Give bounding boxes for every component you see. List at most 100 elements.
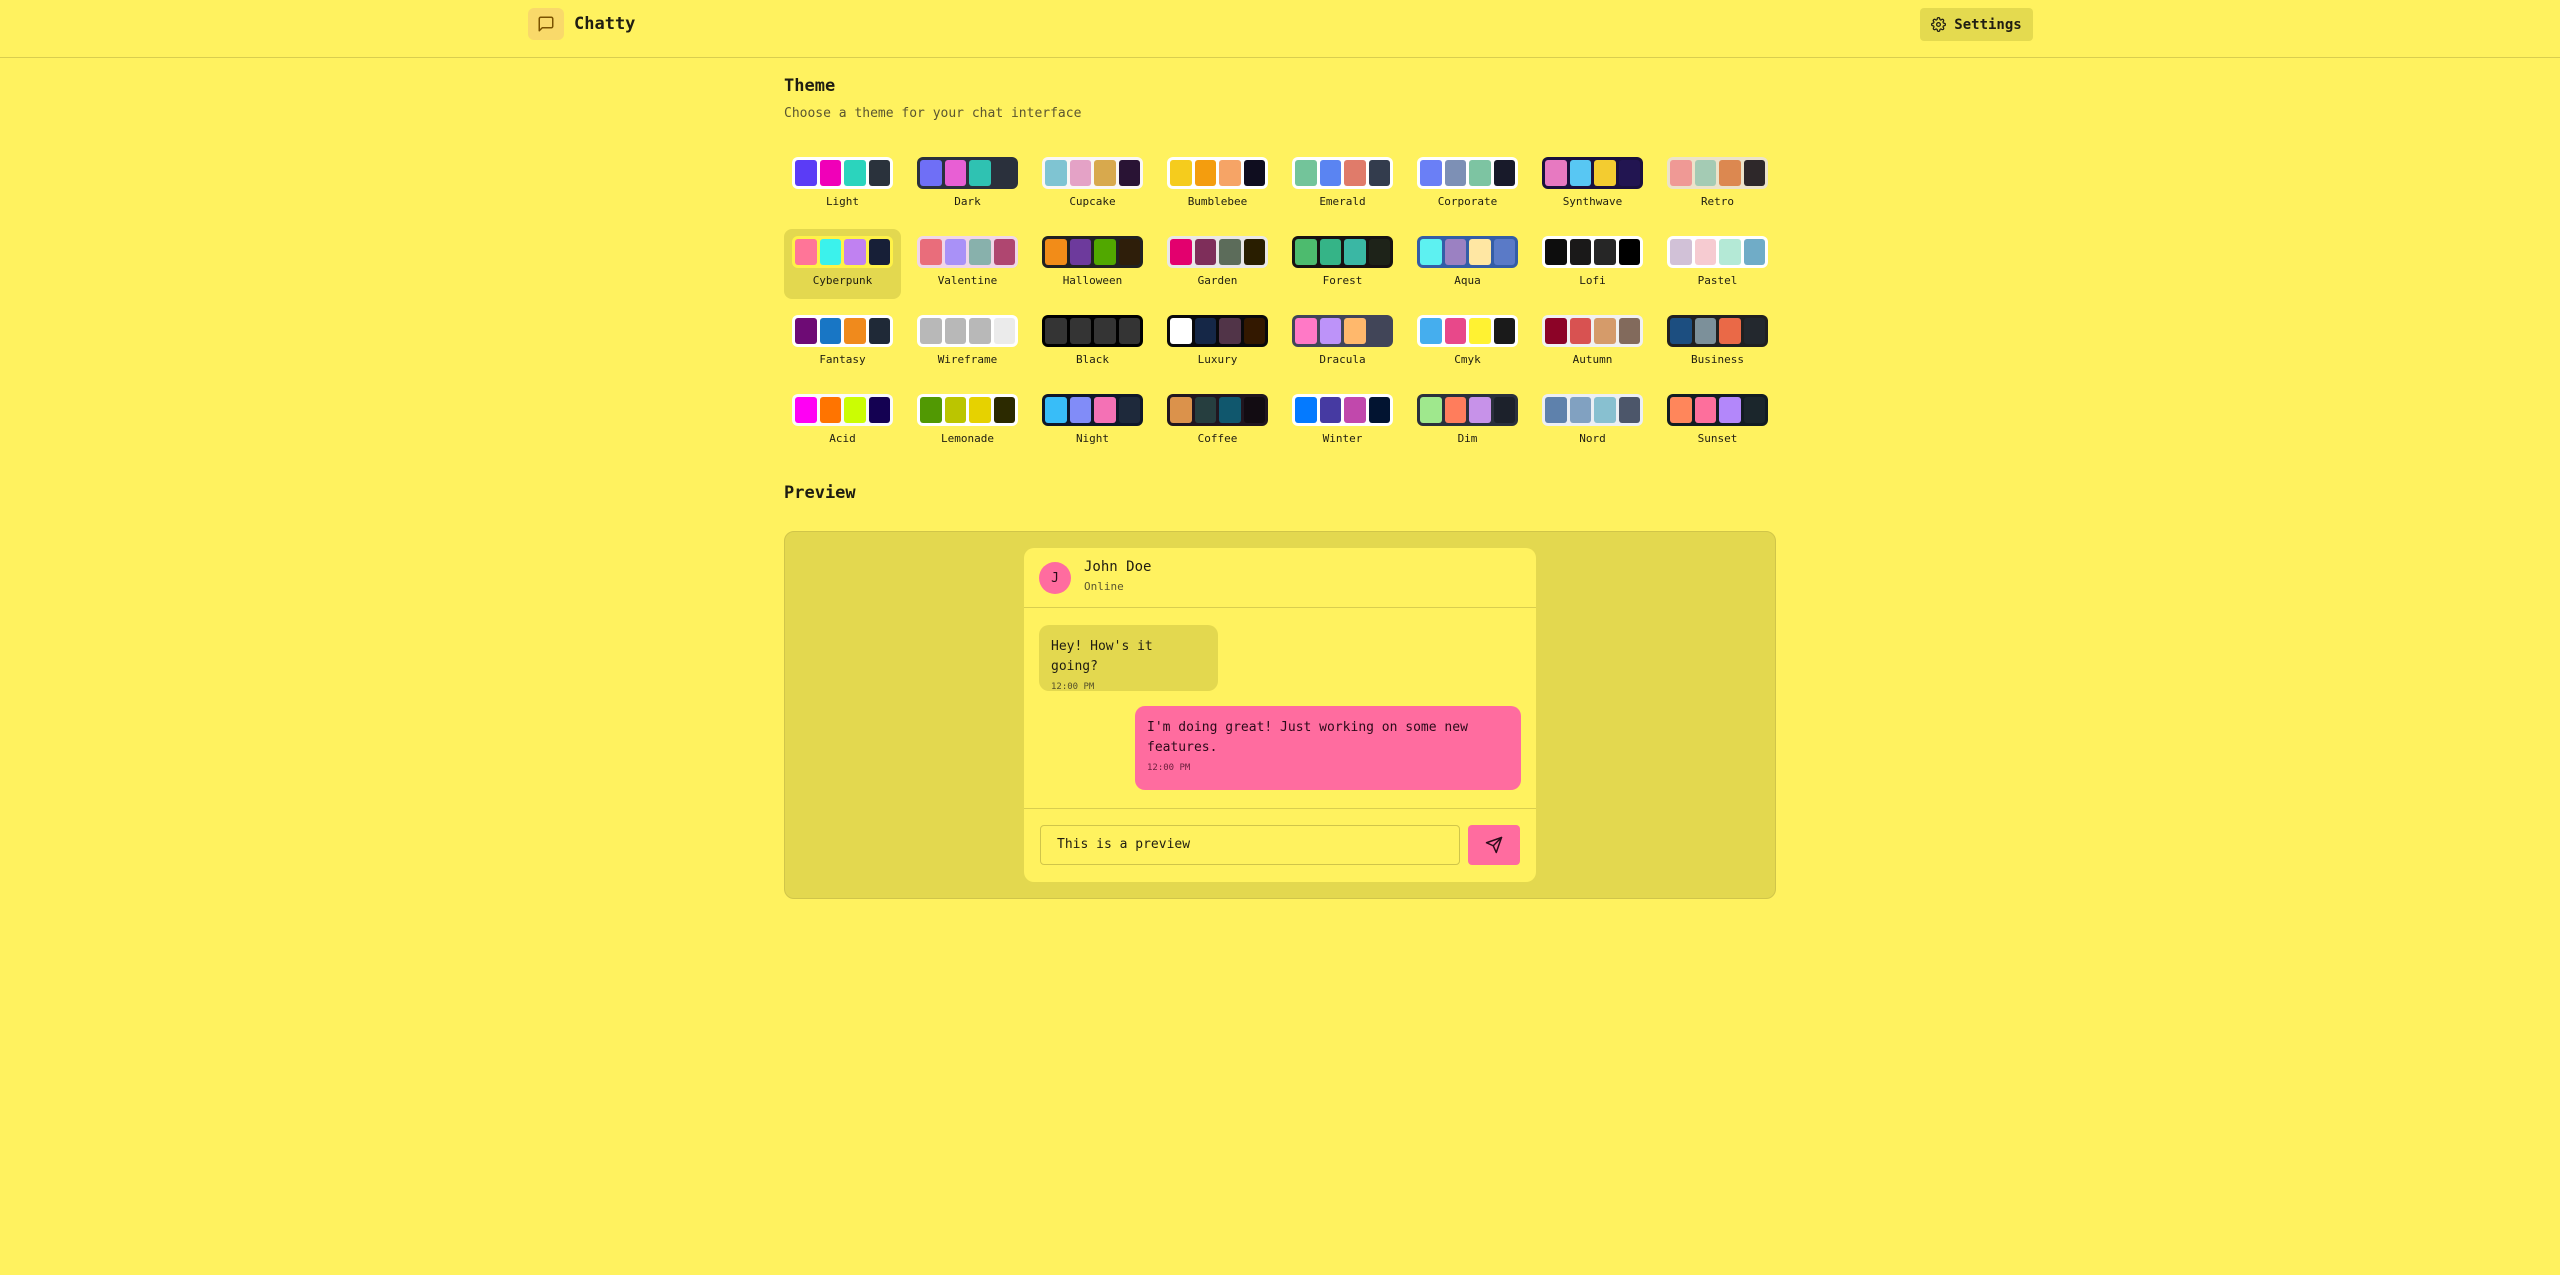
theme-option-night[interactable]: Night <box>1034 387 1151 457</box>
theme-option-nord[interactable]: Nord <box>1534 387 1651 457</box>
color-swatch <box>1295 318 1317 344</box>
theme-swatch <box>917 315 1018 347</box>
theme-swatch <box>1417 315 1518 347</box>
theme-option-luxury[interactable]: Luxury <box>1159 308 1276 378</box>
theme-option-wireframe[interactable]: Wireframe <box>909 308 1026 378</box>
theme-swatch <box>1542 315 1643 347</box>
theme-swatch <box>1042 394 1143 426</box>
theme-option-emerald[interactable]: Emerald <box>1284 150 1401 220</box>
theme-swatch <box>792 236 893 268</box>
color-swatch <box>1170 160 1192 186</box>
color-swatch <box>1670 239 1692 265</box>
color-swatch <box>795 239 817 265</box>
color-swatch <box>944 160 966 186</box>
color-swatch <box>1243 160 1265 186</box>
color-swatch <box>920 318 942 344</box>
theme-swatch <box>1417 394 1518 426</box>
theme-option-bumblebee[interactable]: Bumblebee <box>1159 150 1276 220</box>
app-title[interactable]: Chatty <box>574 14 635 34</box>
theme-option-synthwave[interactable]: Synthwave <box>1534 150 1651 220</box>
theme-option-light[interactable]: Light <box>784 150 901 220</box>
settings-button[interactable]: Settings <box>1920 8 2033 41</box>
theme-option-dark[interactable]: Dark <box>909 150 1026 220</box>
gear-icon <box>1931 17 1947 32</box>
color-swatch <box>1569 239 1591 265</box>
theme-swatch <box>1417 236 1518 268</box>
color-swatch <box>944 397 966 423</box>
theme-option-sunset[interactable]: Sunset <box>1659 387 1776 457</box>
theme-label: Forest <box>1322 274 1363 287</box>
theme-option-cmyk[interactable]: Cmyk <box>1409 308 1526 378</box>
theme-option-lofi[interactable]: Lofi <box>1534 229 1651 299</box>
theme-label: Cupcake <box>1069 195 1116 208</box>
theme-option-cupcake[interactable]: Cupcake <box>1034 150 1151 220</box>
theme-option-aqua[interactable]: Aqua <box>1409 229 1526 299</box>
color-swatch <box>969 397 991 423</box>
theme-option-black[interactable]: Black <box>1034 308 1151 378</box>
color-swatch <box>920 239 942 265</box>
color-swatch <box>1694 318 1716 344</box>
color-swatch <box>844 397 866 423</box>
theme-option-pastel[interactable]: Pastel <box>1659 229 1776 299</box>
color-swatch <box>1368 160 1390 186</box>
theme-label: Bumblebee <box>1187 195 1248 208</box>
color-swatch <box>993 239 1015 265</box>
color-swatch <box>1493 160 1515 186</box>
theme-option-halloween[interactable]: Halloween <box>1034 229 1151 299</box>
theme-label: Garden <box>1197 274 1238 287</box>
message-input[interactable]: This is a preview <box>1040 825 1460 865</box>
theme-option-retro[interactable]: Retro <box>1659 150 1776 220</box>
theme-label: Sunset <box>1697 432 1738 445</box>
color-swatch <box>1469 397 1491 423</box>
color-swatch <box>1618 239 1640 265</box>
theme-option-valentine[interactable]: Valentine <box>909 229 1026 299</box>
color-swatch <box>1545 160 1567 186</box>
color-swatch <box>1344 318 1366 344</box>
color-swatch <box>1368 239 1390 265</box>
color-swatch <box>1694 239 1716 265</box>
color-swatch <box>1420 397 1442 423</box>
theme-swatch <box>1167 394 1268 426</box>
color-swatch <box>1594 397 1616 423</box>
logo[interactable] <box>528 8 564 40</box>
theme-option-forest[interactable]: Forest <box>1284 229 1401 299</box>
theme-label: Winter <box>1322 432 1363 445</box>
theme-label: Lofi <box>1579 274 1606 287</box>
theme-option-lemonade[interactable]: Lemonade <box>909 387 1026 457</box>
color-swatch <box>1295 397 1317 423</box>
color-swatch <box>993 397 1015 423</box>
theme-option-coffee[interactable]: Coffee <box>1159 387 1276 457</box>
theme-option-cyberpunk[interactable]: Cyberpunk <box>784 229 901 299</box>
color-swatch <box>1594 160 1616 186</box>
send-button[interactable] <box>1468 825 1520 865</box>
color-swatch <box>1045 318 1067 344</box>
theme-option-dracula[interactable]: Dracula <box>1284 308 1401 378</box>
color-swatch <box>1194 239 1216 265</box>
color-swatch <box>1420 160 1442 186</box>
message-text: Hey! How's it going? <box>1051 639 1153 674</box>
color-swatch <box>993 318 1015 344</box>
color-swatch <box>1569 318 1591 344</box>
theme-label: Halloween <box>1062 274 1123 287</box>
theme-label: Nord <box>1579 432 1606 445</box>
theme-option-garden[interactable]: Garden <box>1159 229 1276 299</box>
theme-option-autumn[interactable]: Autumn <box>1534 308 1651 378</box>
color-swatch <box>819 239 841 265</box>
color-swatch <box>1743 318 1765 344</box>
theme-option-acid[interactable]: Acid <box>784 387 901 457</box>
color-swatch <box>1170 397 1192 423</box>
color-swatch <box>1594 318 1616 344</box>
color-swatch <box>1469 160 1491 186</box>
color-swatch <box>1444 239 1466 265</box>
theme-option-fantasy[interactable]: Fantasy <box>784 308 901 378</box>
color-swatch <box>1493 318 1515 344</box>
theme-option-business[interactable]: Business <box>1659 308 1776 378</box>
theme-option-winter[interactable]: Winter <box>1284 387 1401 457</box>
theme-option-dim[interactable]: Dim <box>1409 387 1526 457</box>
color-swatch <box>868 160 890 186</box>
color-swatch <box>1719 397 1741 423</box>
color-swatch <box>1670 397 1692 423</box>
theme-option-corporate[interactable]: Corporate <box>1409 150 1526 220</box>
color-swatch <box>920 160 942 186</box>
color-swatch <box>1069 397 1091 423</box>
